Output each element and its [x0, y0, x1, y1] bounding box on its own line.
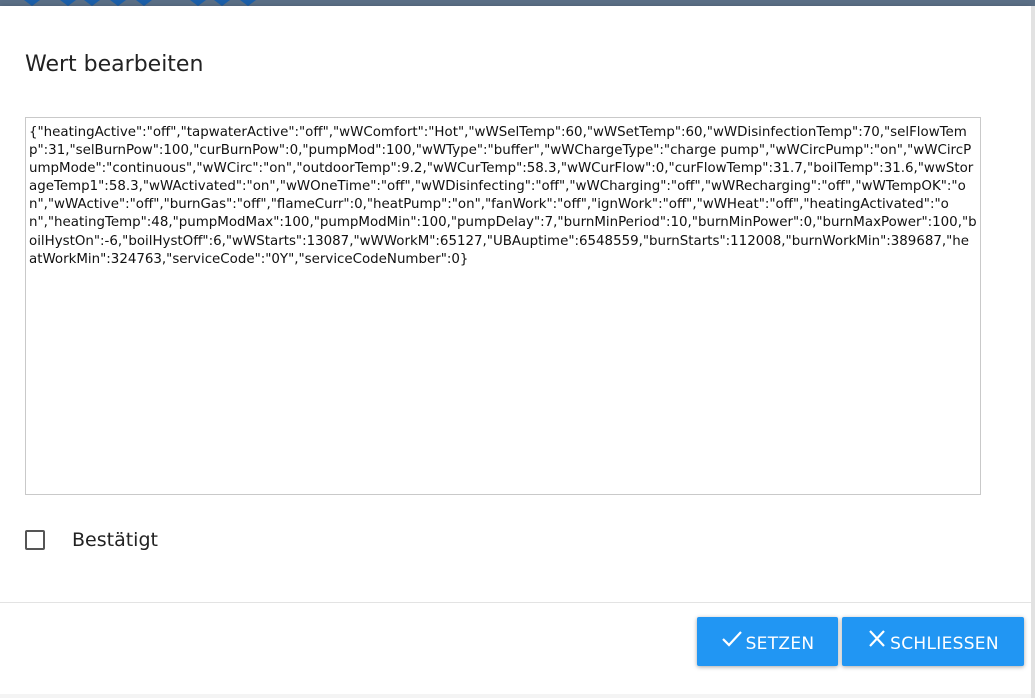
value-textarea[interactable]: {"heatingActive":"off","tapwaterActive":… [25, 117, 981, 495]
set-button[interactable]: SETZEN [697, 617, 838, 666]
check-icon [721, 630, 743, 648]
dialog-scroll-edge [1031, 6, 1035, 698]
close-icon [867, 629, 887, 648]
confirm-label[interactable]: Bestätigt [72, 529, 158, 551]
set-button-label: SETZEN [745, 634, 815, 654]
close-button-label: SCHLIESSEN [890, 634, 999, 654]
dialog-bottom-edge [0, 694, 1031, 698]
confirm-checkbox[interactable] [25, 530, 45, 550]
dialog-actions-divider [0, 602, 1031, 603]
dialog-title: Wert bearbeiten [25, 52, 204, 77]
close-button[interactable]: SCHLIESSEN [842, 617, 1024, 666]
confirm-row[interactable]: Bestätigt [25, 529, 158, 551]
